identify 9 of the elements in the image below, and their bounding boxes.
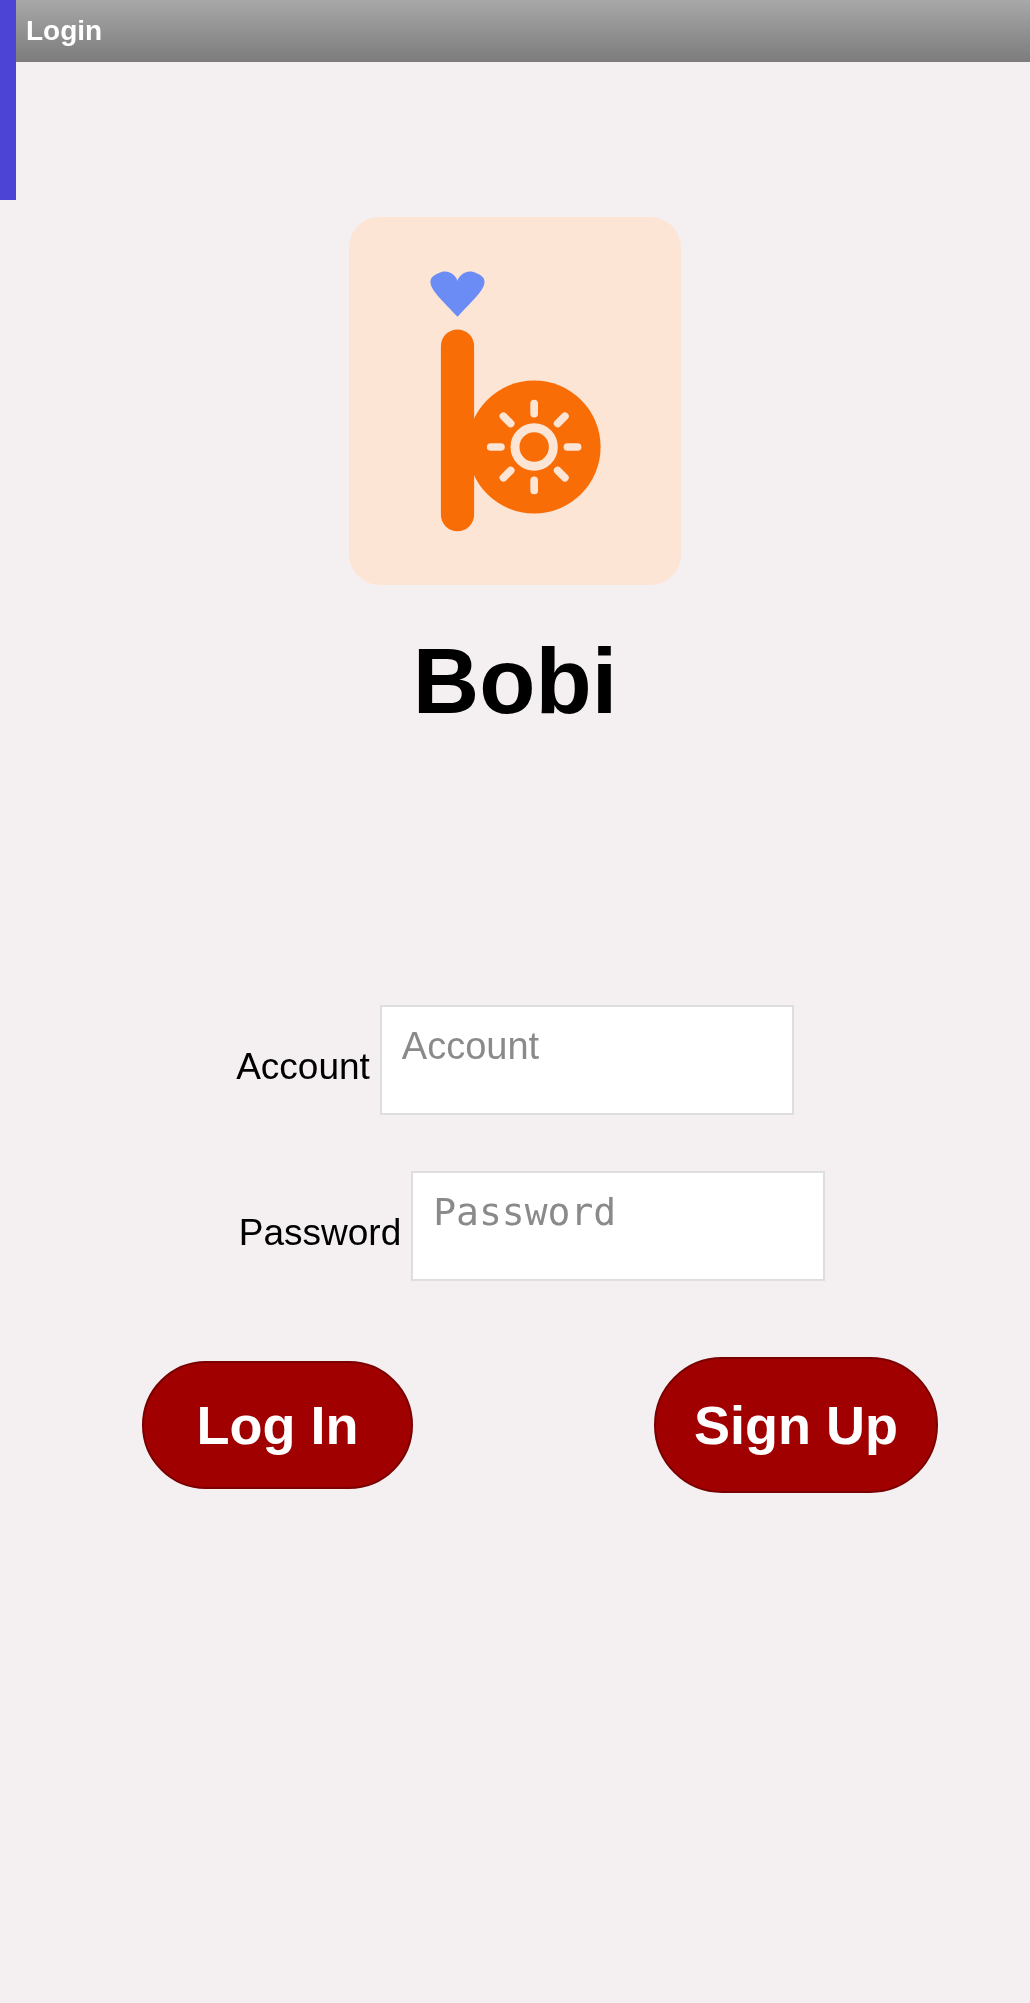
- login-button[interactable]: Log In: [142, 1361, 413, 1489]
- input-field[interactable]: Password: [411, 1171, 826, 1281]
- app-name: Bobi: [412, 635, 618, 727]
- logo-icon: [348, 217, 682, 585]
- field-label: Account: [236, 1045, 370, 1090]
- window-title: Login: [26, 14, 103, 48]
- field-label: Password: [238, 1211, 402, 1256]
- input-field[interactable]: Account: [379, 1005, 794, 1115]
- signup-button[interactable]: Sign Up: [654, 1357, 938, 1493]
